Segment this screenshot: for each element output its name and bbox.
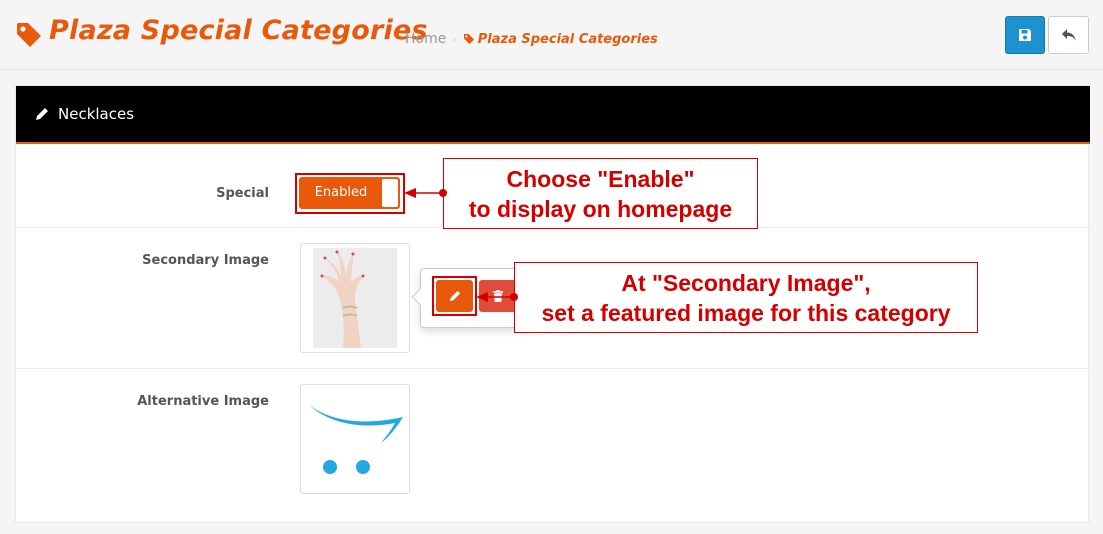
edit-arrow [476,292,518,302]
annotation-arrows [404,188,518,302]
enable-arrow [404,188,447,198]
